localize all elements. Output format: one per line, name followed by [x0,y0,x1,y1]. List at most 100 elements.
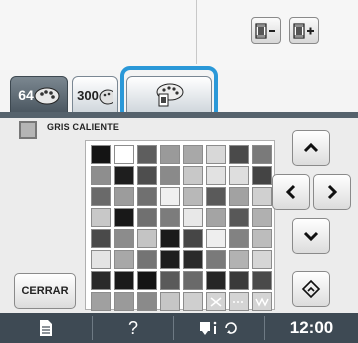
divider [196,0,197,64]
color-cell[interactable] [183,292,203,311]
thread-increase-button[interactable] [289,17,319,44]
chevron-down-icon [303,231,319,242]
color-cell[interactable] [252,166,272,185]
help-label: ? [127,317,138,338]
color-cell[interactable] [114,208,134,227]
chevron-right-icon [327,184,338,200]
applique-position-cell[interactable] [229,292,249,311]
color-cell[interactable] [91,271,111,290]
color-cell[interactable] [160,208,180,227]
color-cell[interactable] [206,250,226,269]
color-cell[interactable] [206,271,226,290]
move-up-button[interactable] [292,130,330,166]
color-cell[interactable] [252,229,272,248]
color-cell[interactable] [183,229,203,248]
color-cell[interactable] [91,229,111,248]
color-cell[interactable] [114,271,134,290]
color-cell[interactable] [114,229,134,248]
color-cell[interactable] [137,145,157,164]
palette-icon [34,87,60,105]
color-cell[interactable] [137,292,157,311]
clock-time: 12:00 [289,318,334,337]
color-cell[interactable] [137,250,157,269]
document-button[interactable] [0,313,92,343]
color-cell[interactable] [114,145,134,164]
color-cell[interactable] [160,166,180,185]
tab-label-64: 64 [18,87,34,103]
color-cell[interactable] [206,166,226,185]
dashed-line-icon [233,300,245,303]
color-cell[interactable] [206,187,226,206]
color-cell[interactable] [252,145,272,164]
color-cell[interactable] [183,145,203,164]
color-cell[interactable] [160,229,180,248]
tab-label-300: 300 [77,87,99,103]
current-color-swatch [19,121,37,139]
color-cell[interactable] [137,271,157,290]
color-cell[interactable] [229,187,249,206]
applique-material-cell[interactable] [206,292,226,311]
move-down-button[interactable] [292,218,330,254]
help-button[interactable]: ? [93,313,173,343]
color-cell[interactable] [91,208,111,227]
color-cell[interactable] [183,271,203,290]
color-cell[interactable] [183,250,203,269]
color-cell[interactable] [137,229,157,248]
color-cell[interactable] [114,166,134,185]
color-cell[interactable] [183,208,203,227]
color-cell[interactable] [160,187,180,206]
machine-settings-icon [200,321,237,335]
move-left-button[interactable] [272,174,310,210]
color-palette-grid [91,145,272,311]
cross-pattern-icon [210,296,222,307]
color-cell[interactable] [183,166,203,185]
tab-palette-64[interactable]: 64 [10,76,68,114]
thread-plus-icon [293,22,314,39]
color-cell[interactable] [229,250,249,269]
color-cell[interactable] [114,250,134,269]
color-cell[interactable] [252,271,272,290]
color-cell[interactable] [206,208,226,227]
color-cell[interactable] [160,271,180,290]
close-button[interactable]: CERRAR [14,273,76,309]
color-cell[interactable] [252,187,272,206]
clock-display: 12:00 [265,313,358,343]
zigzag-icon [255,296,269,307]
color-cell[interactable] [137,166,157,185]
settings-button[interactable] [174,313,264,343]
color-cell[interactable] [252,250,272,269]
color-cell[interactable] [206,229,226,248]
color-cell[interactable] [183,187,203,206]
color-cell[interactable] [229,208,249,227]
tab-palette-300[interactable]: 300 [72,76,118,114]
color-cell[interactable] [91,187,111,206]
move-right-button[interactable] [313,174,351,210]
color-cell[interactable] [206,145,226,164]
chevron-up-icon [303,142,319,153]
status-bar: ? 12:00 [0,313,358,343]
color-cell[interactable] [229,166,249,185]
color-cell[interactable] [91,145,111,164]
color-cell[interactable] [160,292,180,311]
color-cell[interactable] [114,292,134,311]
color-cell[interactable] [137,187,157,206]
color-cell[interactable] [229,229,249,248]
thread-sort-button[interactable] [292,271,330,307]
color-cell[interactable] [252,208,272,227]
current-color-name: GRIS CALIENTE [47,122,120,132]
applique-cell[interactable] [252,292,272,311]
color-cell[interactable] [137,208,157,227]
color-cell[interactable] [91,166,111,185]
thread-decrease-button[interactable] [251,17,281,44]
color-cell[interactable] [160,145,180,164]
color-cell[interactable] [229,271,249,290]
color-palette-frame [85,140,275,311]
color-cell[interactable] [160,250,180,269]
color-cell[interactable] [114,187,134,206]
diamond-arrow-icon [301,279,321,299]
color-cell[interactable] [229,145,249,164]
chevron-left-icon [285,184,296,200]
color-cell[interactable] [91,292,111,311]
color-cell[interactable] [91,250,111,269]
palette-icon [99,89,113,105]
